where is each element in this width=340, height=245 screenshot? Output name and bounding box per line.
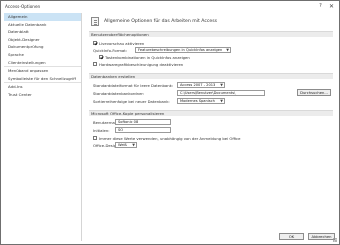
browse-button[interactable]: Durchsuchen... [297,89,331,96]
initials-label: Initialen: [93,128,110,133]
hw-accel-checkbox[interactable] [93,62,97,66]
always-use-checkbox[interactable] [93,136,97,140]
resize-grip-icon[interactable] [333,238,337,242]
hw-accel-label: Hardwaregrafikbeschleunigung deaktiviere… [99,62,184,67]
office-theme-select[interactable]: Weiß ▼ [115,142,137,148]
default-folder-label: Standarddatenbankordner: [93,91,145,96]
always-use-label: Immer diese Werte verwenden, unabhängig … [99,136,241,141]
chevron-down-icon: ▼ [132,143,135,147]
options-sidebar: Allgemein Aktuelle Datenbank Datenblatt … [4,13,82,241]
default-folder-input[interactable]: C:\Users\Benutzer\Documents\ [177,90,265,96]
sidebar-item-general[interactable]: Allgemein [4,13,81,21]
sidebar-item-datasheet[interactable]: Datenblatt [4,28,81,36]
section-personalize-office: Microsoft Office-Kopie personalisieren [89,110,333,116]
cancel-button[interactable]: Abbrechen [308,233,335,240]
sidebar-item-customize-ribbon[interactable]: Menüband anpassen [4,66,81,75]
sidebar-item-client-settings[interactable]: Clienteinstellungen [4,59,81,67]
username-input[interactable]: Softonic 08 [115,119,171,125]
office-theme-value: Weiß [118,143,127,147]
ok-button[interactable]: OK [279,233,304,240]
sidebar-item-object-designers[interactable]: Objekt-Designer [4,36,81,44]
page-title: Allgemeine Optionen für das Arbeiten mit… [104,19,217,24]
file-format-select[interactable]: Access 2007 - 2013 ▼ [177,82,225,88]
screentip-label: QuickInfo-Format: [93,48,128,53]
options-dialog: Access-Optionen ? ✕ Allgemein Aktuelle D… [0,0,340,245]
shortcut-keys-checkbox[interactable] [99,55,103,59]
close-icon[interactable]: ✕ [327,3,336,10]
dialog-footer: OK Abbrechen [1,230,339,244]
sidebar-item-quick-access-toolbar[interactable]: Symbolleiste für den Schnellzugriff [4,75,81,83]
live-preview-label: Livevorschau aktivieren [99,41,145,46]
sidebar-item-current-database[interactable]: Aktuelle Datenbank [4,21,81,29]
help-icon[interactable]: ? [316,3,325,10]
sidebar-item-language[interactable]: Sprache [4,51,81,59]
file-format-value: Access 2007 - 2013 [180,83,216,87]
window-title: Access-Optionen [5,4,41,9]
sort-order-select[interactable]: Modernes Spanisch ▼ [177,98,225,104]
sidebar-item-trust-center[interactable]: Trust Center [4,91,81,99]
sort-order-value: Modernes Spanisch [180,99,215,103]
sidebar-item-add-ins[interactable]: Add-Ins [4,82,81,91]
page-header: Allgemeine Optionen für das Arbeiten mit… [90,16,330,28]
sort-order-label: Sortierreihenfolge bei neuer Datenbank: [93,99,170,104]
chevron-down-icon: ▼ [220,99,223,103]
options-content: Allgemeine Optionen für das Arbeiten mit… [85,13,337,228]
chevron-down-icon: ▼ [226,48,229,52]
live-preview-checkbox[interactable] [93,41,97,45]
screentip-select[interactable]: Featurebeschreibungen in QuickInfos anze… [135,47,231,53]
section-create-databases: Datenbanken erstellen [89,73,333,79]
title-bar: Access-Optionen ? ✕ [1,1,339,12]
section-ui-options: Benutzeroberflächenoptionen [89,31,333,37]
screentip-value: Featurebeschreibungen in QuickInfos anze… [138,48,223,52]
chevron-down-icon: ▼ [220,83,223,87]
file-format-label: Standarddateiformat für leere Datenbank: [93,83,174,88]
general-options-icon [91,17,99,26]
shortcut-keys-label: Tastenkombinationen in QuickInfos anzeig… [105,55,190,60]
sidebar-item-proofing[interactable]: Dokumentprüfung [4,43,81,51]
initials-input[interactable]: SO [115,127,171,133]
